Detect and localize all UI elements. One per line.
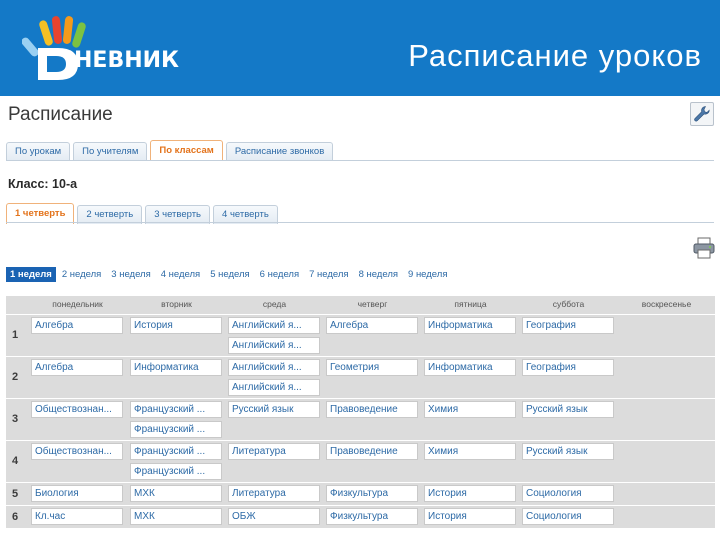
day-header: пятница bbox=[454, 299, 487, 309]
tab-view-4[interactable]: Расписание звонков bbox=[225, 142, 334, 161]
lesson-cell[interactable]: ОБЖ bbox=[228, 508, 320, 525]
day-header: вторник bbox=[161, 299, 192, 309]
table-row: 6 Кл.час МХК ОБЖ Физкультура История Социологи… bbox=[6, 505, 715, 528]
lesson-cell[interactable]: Правоведение bbox=[326, 443, 418, 460]
tab-quarter-1[interactable]: 1 четверть bbox=[6, 203, 75, 224]
schedule-grid: понедельник вторник среда четверг пятница суб… bbox=[6, 296, 715, 528]
app-header: НЕВНИК Расписание уроков bbox=[0, 0, 720, 96]
lesson-number: 6 bbox=[12, 510, 19, 523]
days-header-row: понедельник вторник среда четверг пятница суб… bbox=[6, 296, 715, 313]
view-tabs-divider bbox=[6, 160, 714, 161]
week-link-8[interactable]: 8 неделя bbox=[355, 267, 402, 282]
lesson-cell[interactable]: Английский я... bbox=[228, 337, 320, 354]
lesson-cell[interactable]: Французский ... bbox=[130, 463, 222, 480]
wrench-icon bbox=[694, 106, 710, 122]
lesson-cell[interactable]: Алгебра bbox=[31, 359, 123, 376]
header-title: Расписание уроков bbox=[408, 38, 702, 73]
lesson-number: 2 bbox=[12, 371, 19, 383]
week-link-3[interactable]: 3 неделя bbox=[107, 267, 154, 282]
week-link-2[interactable]: 2 неделя bbox=[58, 267, 105, 282]
lesson-cell[interactable]: Алгебра bbox=[31, 317, 123, 334]
week-link-9[interactable]: 9 неделя bbox=[404, 267, 451, 282]
tab-view-2[interactable]: По учителям bbox=[73, 142, 148, 161]
table-row: 2 Алгебра Информатика Английский я... Англий… bbox=[6, 356, 715, 398]
lesson-cell[interactable]: Химия bbox=[424, 443, 516, 460]
lesson-cell[interactable]: География bbox=[522, 359, 614, 376]
view-tabs: По урокам По учителям По классам Расписание… bbox=[6, 140, 336, 161]
week-link-5[interactable]: 5 неделя bbox=[206, 267, 253, 282]
lesson-cell[interactable]: Французский ... bbox=[130, 401, 222, 418]
lesson-cell[interactable]: Литература bbox=[228, 485, 320, 502]
lesson-cell[interactable]: Химия bbox=[424, 401, 516, 418]
table-row: 4 Обществознан... Французский ... Французск… bbox=[6, 440, 715, 482]
week-selector: 1 неделя 2 неделя 3 неделя 4 неделя 5 неделя… bbox=[6, 267, 453, 282]
lesson-cell[interactable]: Литература bbox=[228, 443, 320, 460]
lesson-cell[interactable]: Биология bbox=[31, 485, 123, 502]
lesson-cell[interactable]: История bbox=[424, 485, 516, 502]
lesson-cell[interactable]: Обществознан... bbox=[31, 401, 123, 418]
lesson-cell[interactable]: География bbox=[522, 317, 614, 334]
lesson-cell[interactable]: Физкультура bbox=[326, 485, 418, 502]
table-row: 5 Биология МХК Литература Физкультура История… bbox=[6, 482, 715, 505]
lesson-cell[interactable]: Русский язык bbox=[522, 401, 614, 418]
lesson-cell[interactable]: Английский я... bbox=[228, 359, 320, 376]
lesson-cell[interactable]: История bbox=[130, 317, 222, 334]
quarter-tabs-divider bbox=[6, 222, 714, 223]
lesson-number: 5 bbox=[12, 487, 19, 500]
week-link-4[interactable]: 4 неделя bbox=[157, 267, 204, 282]
week-link-6[interactable]: 6 неделя bbox=[256, 267, 303, 282]
lesson-cell[interactable]: Алгебра bbox=[326, 317, 418, 334]
lesson-cell[interactable]: Английский я... bbox=[228, 379, 320, 396]
page-title: Расписание bbox=[8, 104, 113, 125]
lesson-cell[interactable]: Информатика bbox=[130, 359, 222, 376]
lesson-cell[interactable]: История bbox=[424, 508, 516, 525]
lesson-cell[interactable]: Английский я... bbox=[228, 317, 320, 334]
lesson-cell[interactable]: Русский язык bbox=[228, 401, 320, 418]
lesson-cell[interactable]: Социология bbox=[522, 508, 614, 525]
lesson-cell[interactable]: Информатика bbox=[424, 317, 516, 334]
lesson-cell[interactable]: Правоведение bbox=[326, 401, 418, 418]
lesson-cell[interactable]: Русский язык bbox=[522, 443, 614, 460]
tab-view-3[interactable]: По классам bbox=[150, 140, 223, 161]
printer-icon bbox=[693, 237, 715, 259]
settings-button[interactable] bbox=[690, 102, 714, 126]
lesson-cell[interactable]: Французский ... bbox=[130, 421, 222, 438]
lesson-number: 4 bbox=[12, 455, 19, 467]
lesson-number: 3 bbox=[12, 413, 19, 425]
print-button[interactable] bbox=[692, 236, 716, 260]
lesson-cell[interactable]: Кл.час bbox=[31, 508, 123, 525]
class-label: Класс: 10-а bbox=[8, 177, 78, 191]
logo-wordmark: НЕВНИК bbox=[74, 48, 180, 73]
quarter-tabs: 1 четверть 2 четверть 3 четверть 4 четверть bbox=[6, 203, 281, 224]
lesson-cell[interactable]: МХК bbox=[130, 508, 222, 525]
lesson-cell[interactable]: Геометрия bbox=[326, 359, 418, 376]
lesson-number: 1 bbox=[12, 329, 19, 341]
day-header: суббота bbox=[552, 299, 585, 309]
day-header: четверг bbox=[357, 299, 388, 309]
week-link-7[interactable]: 7 неделя bbox=[305, 267, 352, 282]
lesson-cell[interactable]: Физкультура bbox=[326, 508, 418, 525]
lesson-cell[interactable]: Информатика bbox=[424, 359, 516, 376]
day-header: понедельник bbox=[52, 299, 103, 309]
lesson-cell[interactable]: Социология bbox=[522, 485, 614, 502]
table-row: 3 Обществознан... Французский ... Французск… bbox=[6, 398, 715, 440]
lesson-cell[interactable]: Французский ... bbox=[130, 443, 222, 460]
tab-view-1[interactable]: По урокам bbox=[6, 142, 71, 161]
table-row: 1 Алгебра История Английский я... Английский… bbox=[6, 314, 715, 356]
week-link-1[interactable]: 1 неделя bbox=[6, 267, 56, 282]
lesson-cell[interactable]: МХК bbox=[130, 485, 222, 502]
day-header: среда bbox=[262, 299, 287, 309]
day-header: воскресенье bbox=[641, 299, 692, 309]
lesson-cell[interactable]: Обществознан... bbox=[31, 443, 123, 460]
